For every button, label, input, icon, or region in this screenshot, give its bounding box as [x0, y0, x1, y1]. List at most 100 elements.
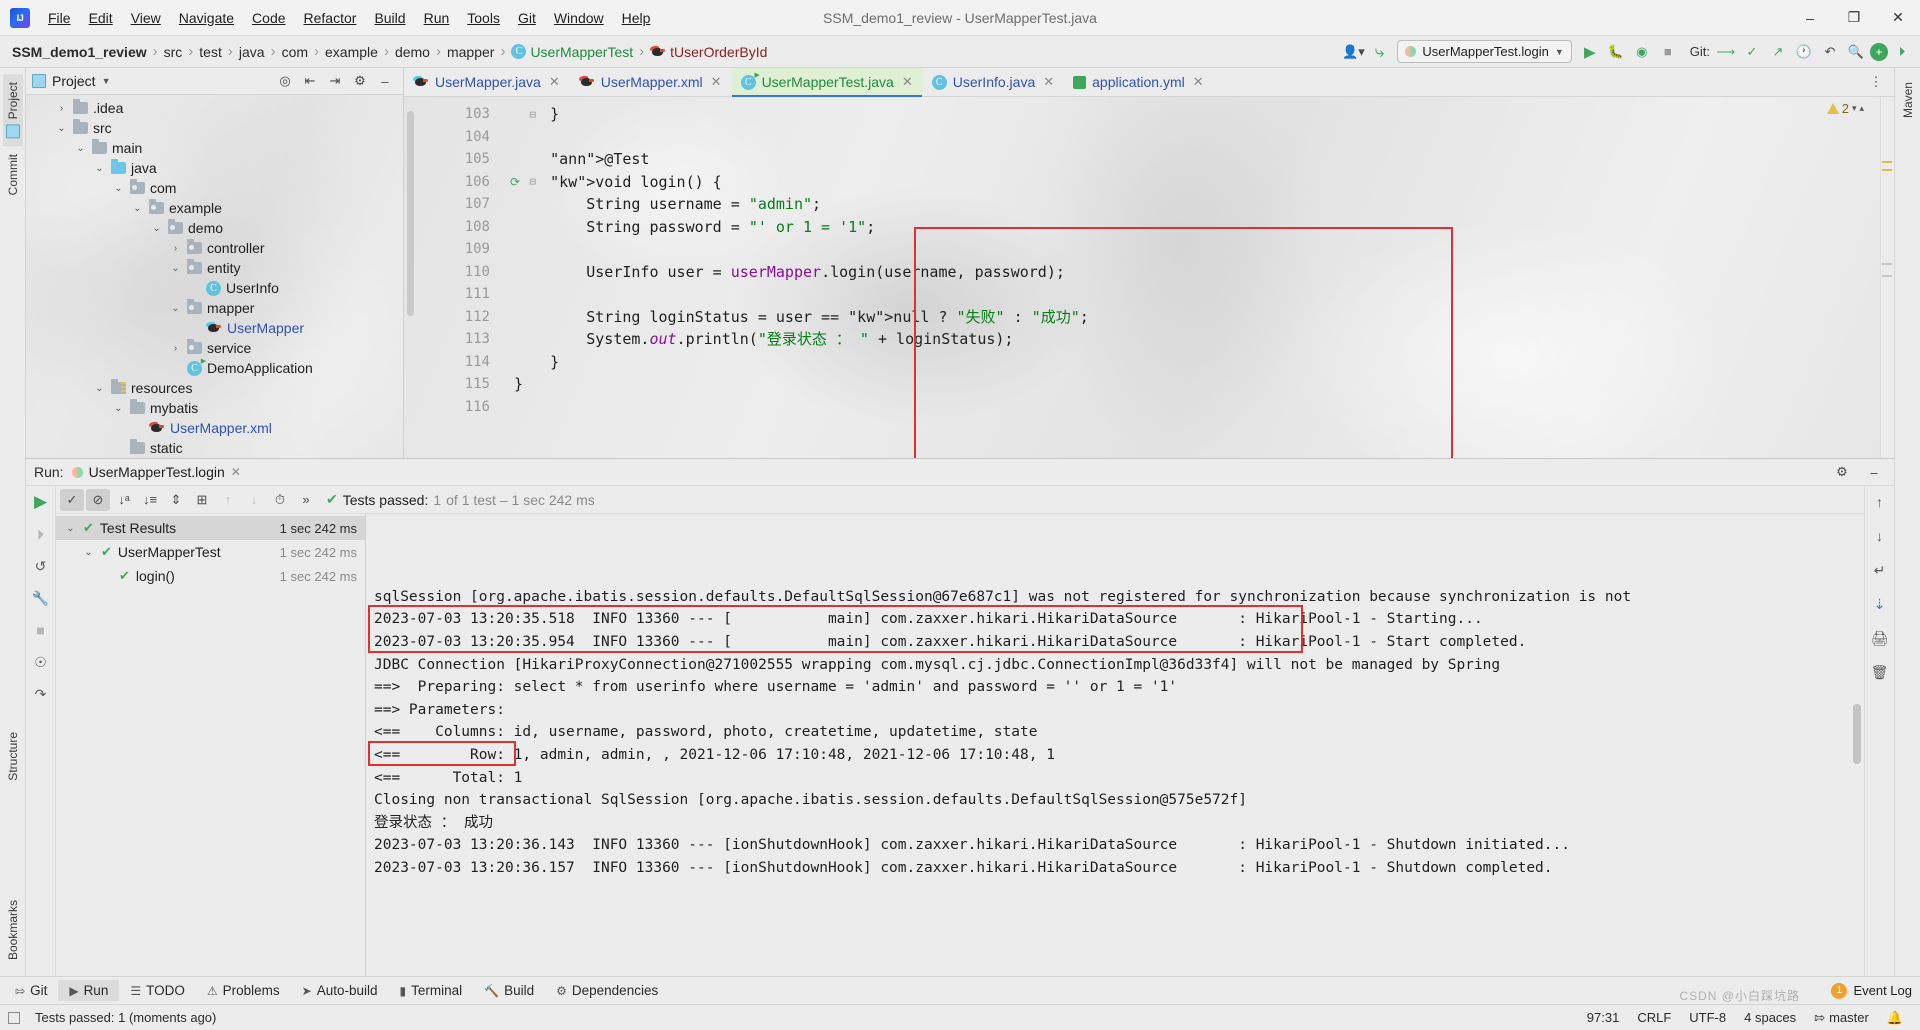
soft-wrap-icon[interactable]: ↵ — [1870, 560, 1890, 580]
menu-git[interactable]: Git — [509, 6, 545, 30]
chevron-right-icon[interactable]: › — [112, 443, 125, 454]
breadcrumb-item-project[interactable]: SSM_demo1_review — [8, 42, 151, 62]
git-commit-icon[interactable]: ✓ — [1740, 40, 1764, 64]
tool-window-run[interactable]: ▶ Run — [58, 980, 120, 1001]
tool-window-todo[interactable]: ☰ TODO — [119, 980, 196, 1001]
tree-node-resources[interactable]: ⌄ resources — [26, 378, 403, 398]
close-icon[interactable]: ✕ — [549, 74, 560, 90]
tree-node-main[interactable]: ⌄ main — [26, 138, 403, 158]
editor-tab-userinfo-java[interactable]: C UserInfo.java ✕ — [923, 68, 1064, 96]
prev-failed-icon[interactable]: ↑ — [216, 489, 240, 511]
gear-icon[interactable]: ⚙ — [1830, 460, 1854, 484]
tree-node-service[interactable]: › service — [26, 338, 403, 358]
chevron-up-icon[interactable]: ▴ — [1859, 103, 1864, 114]
editor-tab-usermappertest-java[interactable]: C UserMapperTest.java ✕ — [731, 68, 923, 97]
tool-window-autobuild[interactable]: ➤ Auto-build — [291, 980, 389, 1001]
tree-node-usermapper-xml[interactable]: › UserMapper.xml — [26, 418, 403, 438]
tool-window-build[interactable]: 🔨 Build — [473, 980, 545, 1001]
scrollbar-thumb[interactable] — [1853, 704, 1861, 764]
clear-all-icon[interactable]: 🗑 — [1870, 662, 1890, 682]
debug-button[interactable]: 🐛 — [1604, 40, 1628, 64]
menu-view[interactable]: View — [122, 6, 170, 30]
tree-node--idea[interactable]: › .idea — [26, 98, 403, 118]
camera-icon[interactable]: ☉ — [31, 652, 51, 672]
undo-icon[interactable]: ↶ — [1818, 40, 1842, 64]
code-text[interactable]: } "ann">@Test "kw">void login() { String… — [496, 97, 1894, 458]
rerun-failed-icon[interactable]: ⏵ — [31, 524, 51, 544]
menu-code[interactable]: Code — [243, 6, 294, 30]
gear-icon[interactable]: ⚙ — [348, 69, 372, 93]
editor-tab-usermapper-java[interactable]: UserMapper.java ✕ — [404, 68, 570, 96]
sort-alphabetically-icon[interactable]: ↓ᵃ — [112, 489, 136, 511]
breadcrumb-item-com[interactable]: com — [278, 42, 312, 62]
notifications-icon[interactable]: 🔔 — [1878, 1010, 1912, 1026]
tree-node-com[interactable]: ⌄ com — [26, 178, 403, 198]
history-icon[interactable]: 🕐 — [1792, 40, 1816, 64]
tool-window-terminal[interactable]: ▮ Terminal — [389, 980, 474, 1001]
chevron-down-icon[interactable]: ⌄ — [112, 183, 125, 194]
minimize-button[interactable]: – — [1788, 0, 1832, 36]
menu-tools[interactable]: Tools — [458, 6, 509, 30]
tree-node-usermapper[interactable]: › UserMapper — [26, 318, 403, 338]
menu-build[interactable]: Build — [365, 6, 414, 30]
git-update-icon[interactable]: ⟶ — [1714, 40, 1738, 64]
close-icon[interactable]: ✕ — [1043, 74, 1054, 90]
search-icon[interactable]: 🔍 — [1844, 40, 1868, 64]
play-green-icon[interactable]: ⏵ — [1890, 40, 1914, 64]
git-branch[interactable]: ⇰ master — [1805, 1010, 1878, 1026]
scroll-down-icon[interactable]: ↓ — [1870, 526, 1890, 546]
run-coverage-button[interactable]: ◉ — [1630, 40, 1654, 64]
console-scrollbar[interactable] — [1850, 514, 1864, 976]
breadcrumb-item-demo[interactable]: demo — [391, 42, 434, 62]
close-icon[interactable]: ✕ — [1193, 74, 1204, 90]
editor-error-stripe[interactable] — [1880, 97, 1894, 458]
chevron-right-icon[interactable]: › — [188, 283, 201, 294]
tool-window-problems[interactable]: ⚠ Problems — [196, 980, 291, 1001]
user-avatar-icon[interactable]: 👤▾ — [1341, 40, 1365, 64]
test-tree-row[interactable]: ⌄ ✔ Test Results 1 sec 242 ms — [56, 516, 365, 540]
chevron-down-icon[interactable]: ▾ — [1852, 103, 1857, 114]
close-button[interactable]: ✕ — [1876, 0, 1920, 36]
show-passed-toggle[interactable]: ✓ — [60, 488, 84, 511]
chevron-right-icon[interactable]: › — [131, 423, 144, 434]
tree-node-demoapplication[interactable]: › C DemoApplication — [26, 358, 403, 378]
test-history-icon[interactable]: ⏱ — [268, 489, 292, 511]
close-icon[interactable]: ✕ — [902, 74, 913, 90]
toggle-auto-test-icon[interactable]: ↺ — [31, 556, 51, 576]
run-configuration-selector[interactable]: UserMapperTest.login ▼ — [1397, 40, 1572, 63]
run-tab[interactable]: UserMapperTest.login ✕ — [71, 464, 241, 480]
settings-wrench-icon[interactable]: 🔧 — [31, 588, 51, 608]
tree-node-entity[interactable]: ⌄ entity — [26, 258, 403, 278]
sidebar-item-structure[interactable]: Structure — [3, 724, 23, 789]
chevron-down-icon[interactable]: ⌄ — [93, 163, 106, 174]
collapse-all-icon[interactable]: ⇥ — [323, 69, 347, 93]
chevron-down-icon[interactable]: ⌄ — [169, 303, 182, 314]
menu-window[interactable]: Window — [545, 6, 613, 30]
more-options-icon[interactable]: » — [294, 489, 318, 511]
chevron-right-icon[interactable]: › — [169, 363, 182, 374]
breadcrumb-item-example[interactable]: example — [321, 42, 382, 62]
next-failed-icon[interactable]: ↓ — [242, 489, 266, 511]
stop-button[interactable]: ■ — [1656, 40, 1680, 64]
test-tree-row[interactable]: ✔ login() 1 sec 242 ms — [56, 564, 365, 588]
chevron-right-icon[interactable]: › — [169, 243, 182, 254]
collapse-all-icon[interactable]: ⊞ — [190, 489, 214, 511]
close-icon[interactable]: ✕ — [231, 465, 241, 479]
rerun-button[interactable]: ▶ — [31, 492, 51, 512]
chevron-down-icon[interactable]: ⌄ — [93, 383, 106, 394]
tree-node-mybatis[interactable]: ⌄ mybatis — [26, 398, 403, 418]
tree-node-controller[interactable]: › controller — [26, 238, 403, 258]
tree-node-userinfo[interactable]: › C UserInfo — [26, 278, 403, 298]
expand-all-icon[interactable]: ⇕ — [164, 489, 188, 511]
breadcrumb-item-class[interactable]: C UserMapperTest — [507, 42, 637, 62]
export-icon[interactable]: ↷ — [31, 684, 51, 704]
chevron-down-icon[interactable]: ⌄ — [74, 143, 87, 154]
expand-all-icon[interactable]: ⇤ — [298, 69, 322, 93]
caret-position[interactable]: 97:31 — [1578, 1010, 1629, 1025]
menu-file[interactable]: File — [39, 6, 80, 30]
line-separator[interactable]: CRLF — [1628, 1010, 1680, 1025]
inspection-warning-badge[interactable]: 2 ▾ ▴ — [1826, 101, 1864, 116]
chevron-down-icon[interactable]: ⌄ — [55, 123, 68, 134]
print-icon[interactable]: 🖨 — [1870, 628, 1890, 648]
update-project-icon[interactable]: ⤷ — [1367, 40, 1391, 64]
